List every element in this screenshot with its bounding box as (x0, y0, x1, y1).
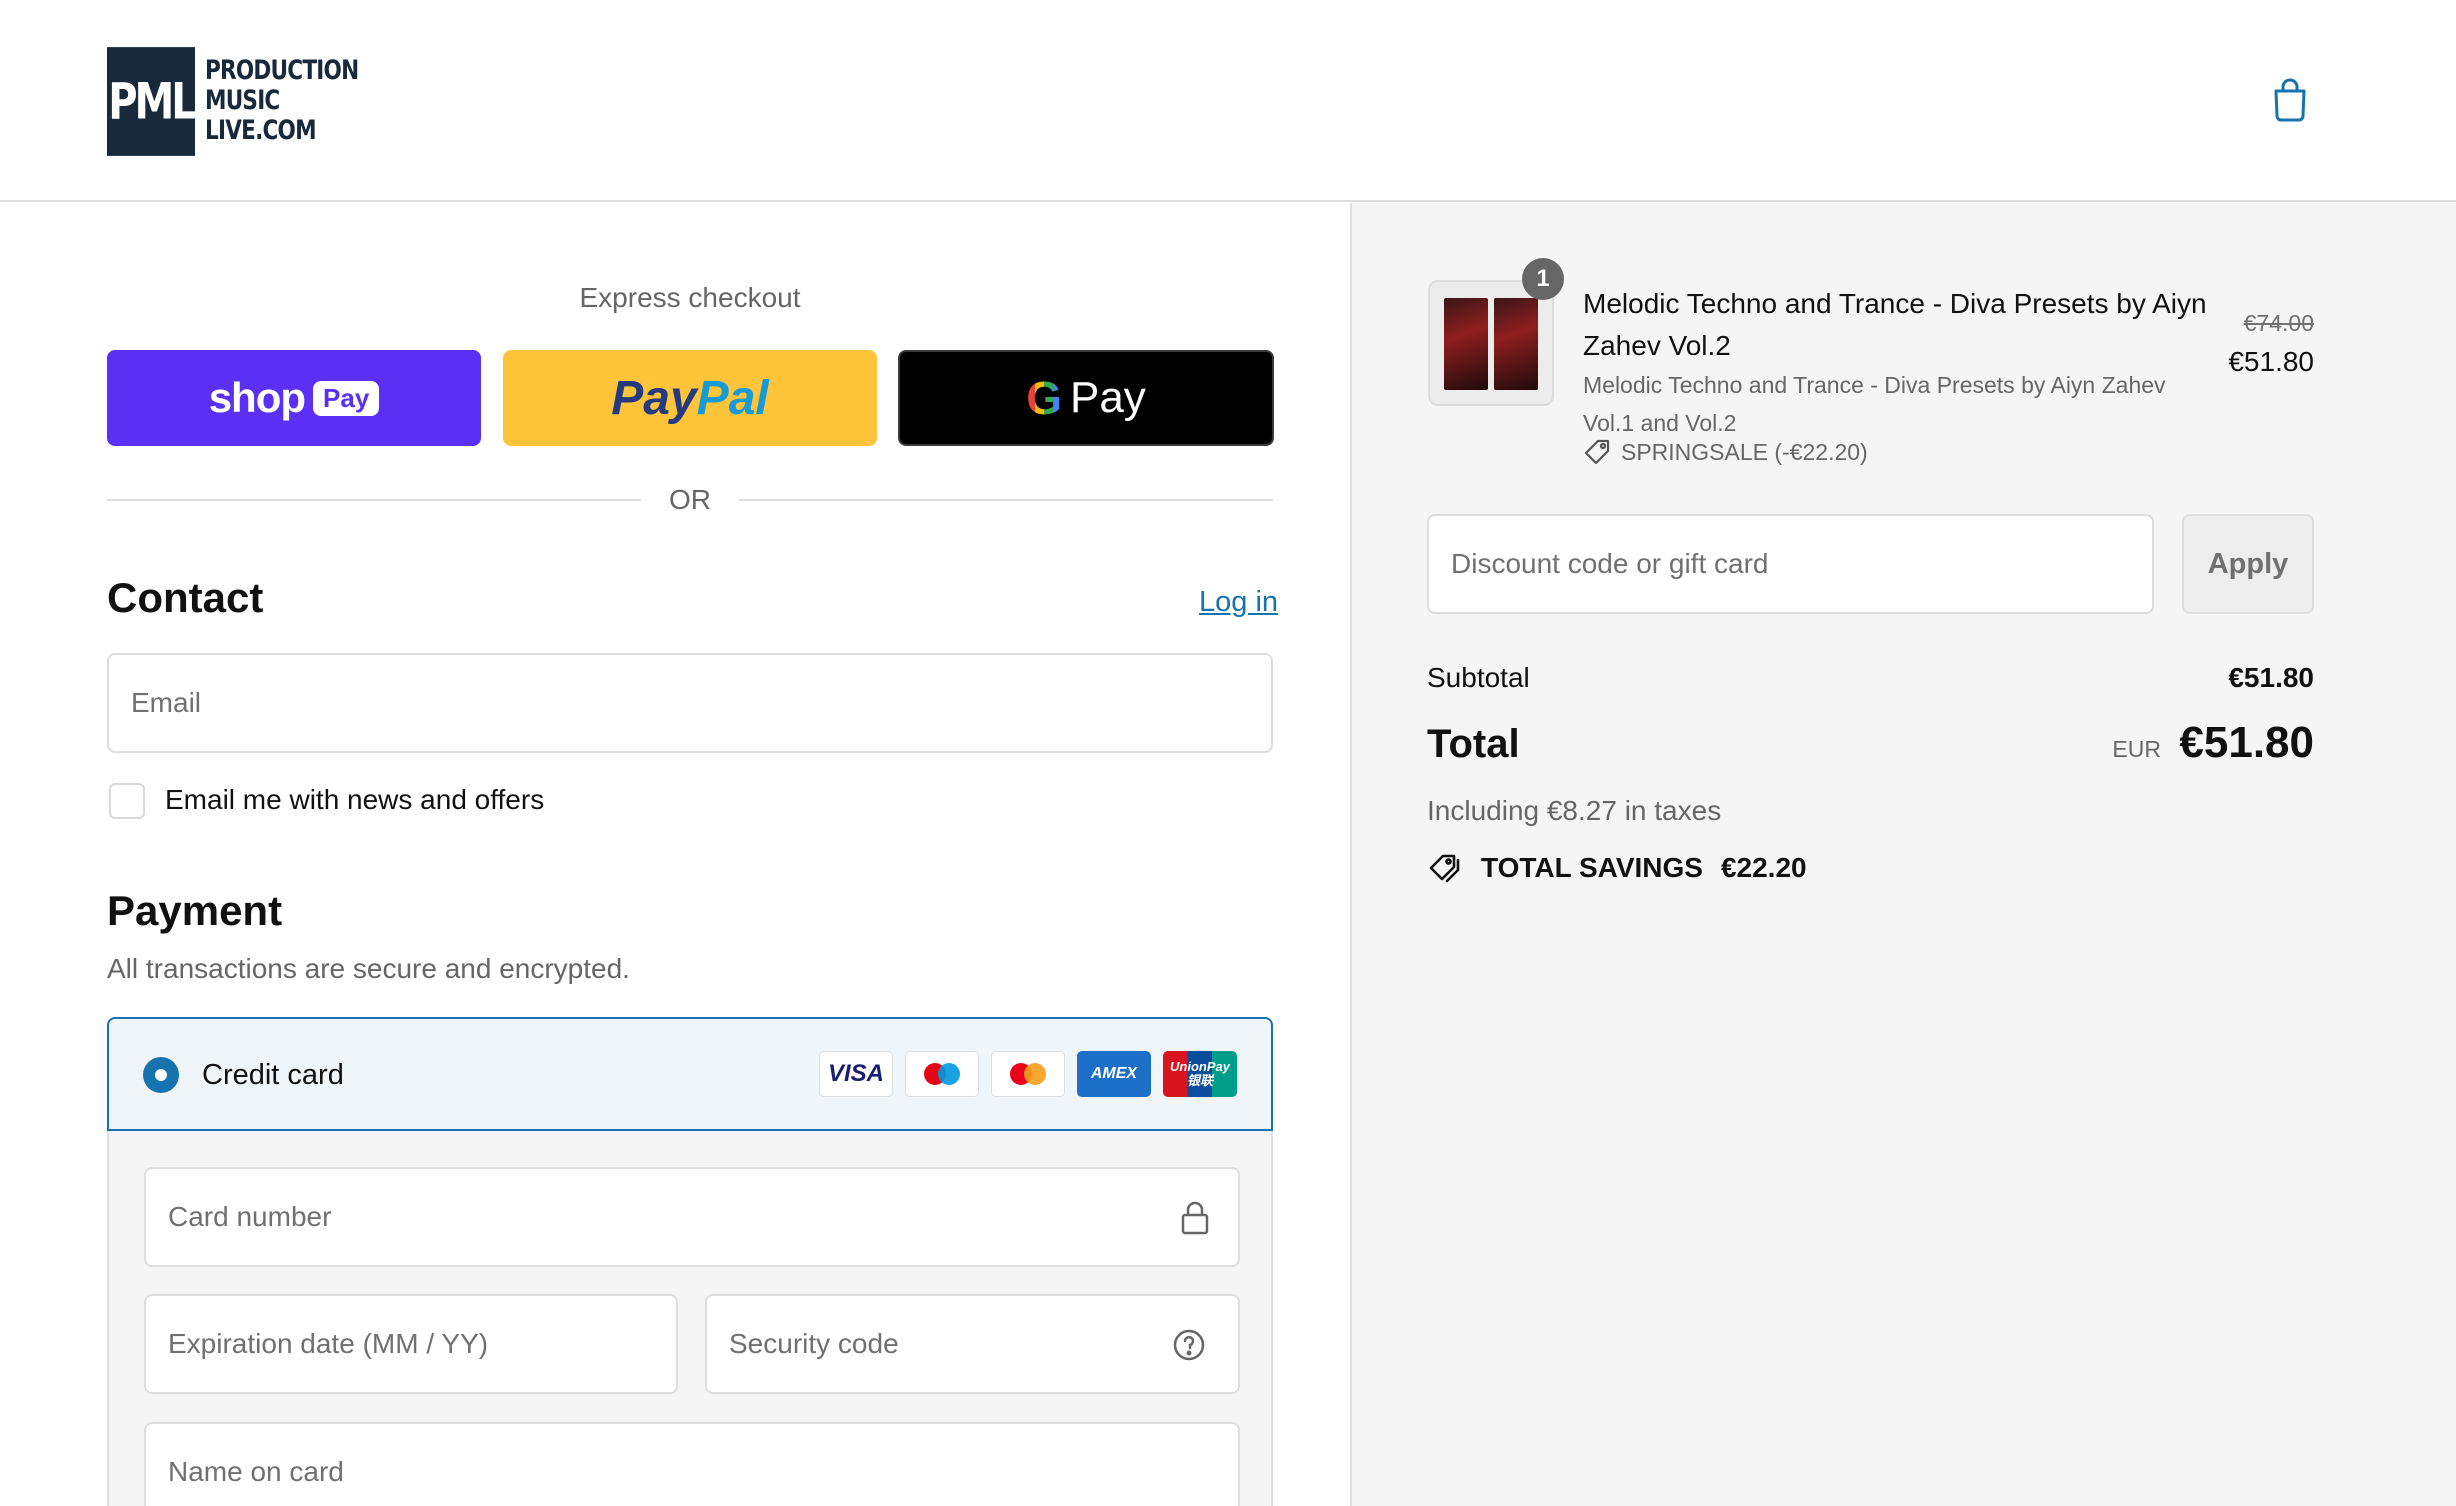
email-placeholder: Email (131, 687, 202, 718)
savings-tag-icon (1429, 854, 1460, 883)
shop-pay-pill: Pay (313, 380, 380, 416)
logo-line: LIVE.COM (205, 115, 317, 146)
header: PML PRODUCTION MUSIC LIVE.COM (0, 0, 2456, 202)
or-divider-label: OR (669, 484, 711, 515)
subtotal-row: Subtotal €51.80 (1427, 662, 2314, 694)
express-checkout-title: Express checkout (579, 282, 801, 313)
paypal-part1: Pay (611, 371, 697, 425)
product-box-art (1444, 298, 1488, 390)
expiration-placeholder: Expiration date (MM / YY) (168, 1328, 489, 1359)
product-box-art (1494, 298, 1538, 390)
security-code-placeholder: Security code (729, 1328, 899, 1359)
product-thumbnail (1428, 280, 1554, 406)
item-price: €51.80 (2228, 346, 2314, 377)
product-variant: Melodic Techno and Trance - Diva Presets… (1583, 372, 2166, 436)
apply-discount-button[interactable]: Apply (2182, 514, 2314, 614)
subtotal-value: €51.80 (2228, 662, 2314, 693)
paypal-button[interactable]: PayPal (503, 350, 877, 446)
newsletter-label: Email me with news and offers (165, 784, 545, 815)
amex-icon: AMEX (1077, 1051, 1151, 1097)
discount-code-placeholder: Discount code or gift card (1451, 548, 1769, 579)
credit-card-label: Credit card (202, 1059, 344, 1091)
divider-right (739, 499, 1273, 501)
logo-line: PRODUCTION (205, 55, 359, 86)
email-field[interactable]: Email (107, 653, 1273, 753)
contact-title: Contact (107, 574, 264, 621)
expiration-date-field[interactable]: Expiration date (MM / YY) (144, 1294, 678, 1394)
credit-card-form: Card number Expiration date (MM / YY) Se… (107, 1131, 1273, 1506)
lock-icon (1181, 1201, 1209, 1235)
visa-icon: VISA (819, 1051, 893, 1097)
total-value: €51.80 (2179, 718, 2314, 767)
savings-label: TOTAL SAVINGS (1481, 852, 1703, 883)
savings-value: €22.20 (1720, 852, 1807, 883)
logo-wordmark: PRODUCTION MUSIC LIVE.COM (205, 55, 359, 146)
total-amount: EUR €51.80 (2112, 718, 2314, 768)
shop-pay-button[interactable]: shop Pay (107, 350, 481, 446)
taxes-note: Including €8.27 in taxes (1427, 795, 1722, 826)
google-g-icon: G (1026, 372, 1062, 424)
quantity-badge: 1 (1522, 258, 1564, 300)
paypal-part2: Pal (696, 371, 769, 425)
security-code-field[interactable]: Security code (705, 1294, 1240, 1394)
credit-card-radio[interactable] (143, 1057, 179, 1093)
name-on-card-placeholder: Name on card (168, 1456, 344, 1487)
unionpay-line1: UnionPay (1170, 1059, 1230, 1074)
payment-title: Payment (107, 887, 283, 934)
product-discount: SPRINGSALE (-€22.20) (1583, 438, 1868, 466)
credit-card-option[interactable]: Credit card VISA AMEX UnionPay 银联 (107, 1017, 1273, 1131)
total-currency: EUR (2112, 736, 2161, 762)
product-title: Melodic Techno and Trance - Diva Presets… (1583, 288, 2207, 361)
total-savings: TOTAL SAVINGS €22.20 (1427, 852, 1807, 884)
newsletter-checkbox[interactable] (109, 783, 145, 819)
discount-tag-icon (1584, 439, 1610, 465)
unionpay-icon: UnionPay 银联 (1163, 1051, 1237, 1097)
logo-line: MUSIC (205, 85, 280, 116)
google-pay-wordmark: G Pay (1026, 371, 1146, 425)
google-pay-label: Pay (1069, 373, 1146, 422)
divider-left (107, 499, 641, 501)
discount-code-label: SPRINGSALE (-€22.20) (1621, 438, 1868, 465)
help-circle-icon[interactable] (1172, 1328, 1206, 1362)
card-number-placeholder: Card number (168, 1201, 332, 1232)
name-on-card-field[interactable]: Name on card (144, 1422, 1240, 1506)
logo-mark: PML (107, 46, 197, 156)
total-row: Total EUR €51.80 (1427, 718, 2314, 768)
shopping-bag-icon[interactable] (2272, 78, 2308, 122)
unionpay-line2: 银联 (1186, 1073, 1213, 1088)
total-label: Total (1427, 722, 1520, 766)
subtotal-label: Subtotal (1427, 662, 1530, 693)
discount-code-field[interactable]: Discount code or gift card (1427, 514, 2154, 614)
paypal-wordmark: PayPal (611, 371, 768, 426)
google-pay-button[interactable]: G Pay (898, 350, 1274, 446)
payment-subtitle: All transactions are secure and encrypte… (107, 953, 630, 984)
original-price: €74.00 (2243, 310, 2314, 336)
store-logo[interactable]: PML PRODUCTION MUSIC LIVE.COM (107, 46, 397, 156)
card-number-field[interactable]: Card number (144, 1167, 1240, 1267)
shop-pay-wordmark: shop (208, 374, 306, 421)
mastercard-icon (991, 1051, 1065, 1097)
login-link[interactable]: Log in (1199, 586, 1278, 619)
maestro-icon (905, 1051, 979, 1097)
